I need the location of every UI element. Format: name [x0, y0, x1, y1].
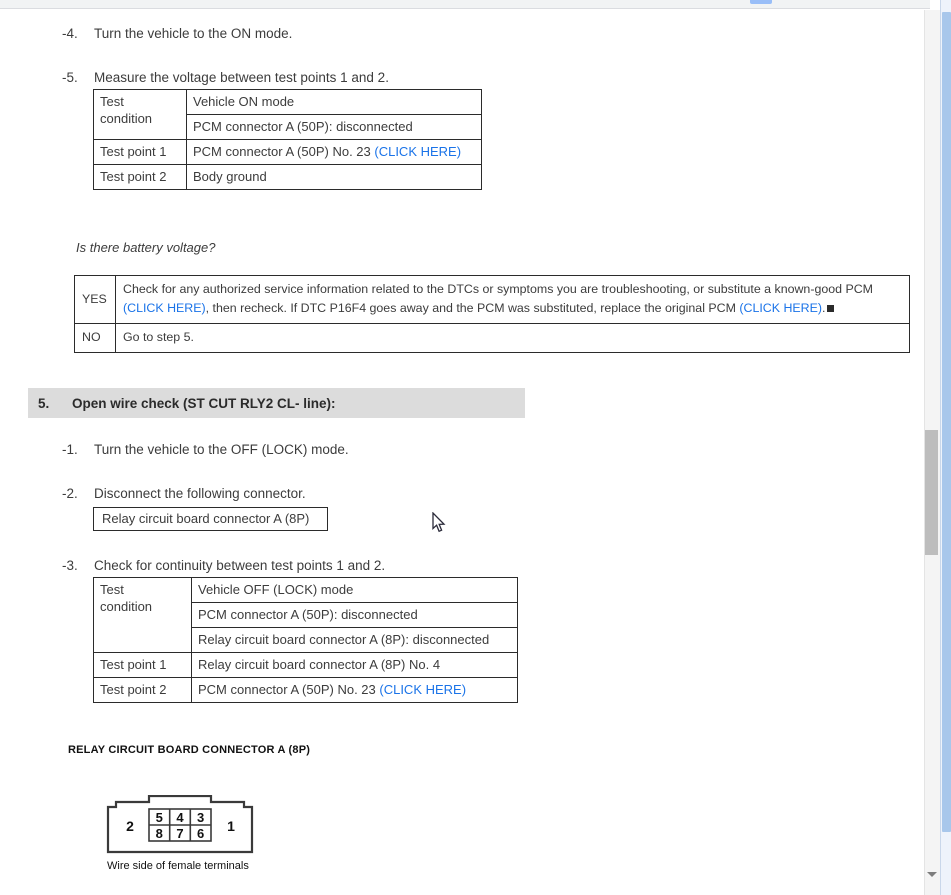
pin-label-3: 3 — [197, 810, 204, 825]
table-row: Test condition Vehicle ON mode — [93, 89, 482, 140]
test-condition-label-line1: Test — [100, 582, 124, 597]
no-instruction: Go to step 5. — [115, 323, 910, 353]
click-here-link[interactable]: (CLICK HERE) — [739, 301, 822, 315]
connector-figure-caption: Wire side of female terminals — [107, 860, 249, 872]
end-of-procedure-marker — [827, 305, 835, 312]
step-5-text: Measure the voltage between test points … — [94, 70, 389, 85]
table-row: Test condition Vehicle OFF (LOCK) mode — [93, 577, 518, 653]
cell-test-point-1: Relay circuit board connector A (8P) No.… — [191, 652, 518, 678]
window-scrollbar-thumb[interactable] — [942, 12, 951, 832]
yes-text-part3: . — [822, 301, 826, 315]
yes-instruction: Check for any authorized service informa… — [115, 275, 910, 324]
connector-figure-title: RELAY CIRCUIT BOARD CONNECTOR A (8P) — [68, 744, 311, 756]
cell-test-point-2: Body ground — [186, 164, 482, 190]
test-condition-label-line2: condition — [100, 599, 153, 614]
section5-step-2-number: -2. — [62, 486, 78, 501]
service-manual-document: -4. Turn the vehicle to the ON mode. -5. M… — [0, 10, 924, 895]
section5-step-1-line: -1. Turn the vehicle to the OFF (LOCK) mo… — [62, 441, 349, 459]
connector-pinout-diagram: 2 1 5 4 3 8 7 6 — [106, 795, 254, 854]
step-4-text: Turn the vehicle to the ON mode. — [94, 26, 293, 41]
connector-callout-box: Relay circuit board connector A (8P) — [93, 507, 328, 531]
table-row: Test point 1 Relay circuit board connect… — [93, 652, 518, 678]
no-label: NO — [74, 323, 116, 353]
cell-vehicle-mode: Vehicle ON mode — [186, 89, 482, 115]
voltage-test-table: Test condition Vehicle ON mode PCM conne… — [93, 89, 482, 190]
table-row: Test point 2 PCM connector A (50P) No. 2… — [93, 677, 518, 703]
yes-label: YES — [74, 275, 116, 324]
table-row: Test point 1 PCM connector A (50P) No. 2… — [93, 139, 482, 165]
test-point-1-label: Test point 1 — [93, 139, 187, 165]
section5-step-3-text: Check for continuity between test points… — [94, 558, 386, 573]
cell-vehicle-mode: Vehicle OFF (LOCK) mode — [191, 577, 518, 603]
cell-pcm-disconnected: PCM connector A (50P): disconnected — [191, 602, 518, 628]
test-point-2-label: Test point 2 — [93, 164, 187, 190]
step-5-number: -5. — [62, 70, 78, 85]
section5-step-2-line: -2. Disconnect the following connector. — [62, 485, 306, 503]
section-5-header: 5. Open wire check (ST CUT RLY2 CL- line… — [28, 388, 525, 418]
section-5-title: Open wire check (ST CUT RLY2 CL- line): — [72, 395, 336, 411]
click-here-link[interactable]: (CLICK HERE) — [123, 301, 206, 315]
pin-label-7: 7 — [176, 826, 183, 841]
yes-no-result-table: YES Check for any authorized service inf… — [74, 275, 910, 353]
pin-label-6: 6 — [197, 826, 204, 841]
test-condition-label: Test condition — [93, 89, 187, 140]
pin-label-8: 8 — [156, 826, 163, 841]
section-5-number: 5. — [38, 395, 50, 411]
test-condition-label-line1: Test — [100, 94, 124, 109]
test-point-2-value: PCM connector A (50P) No. 23 — [198, 682, 380, 697]
browser-chrome-strip — [0, 0, 930, 9]
table-row-yes: YES Check for any authorized service inf… — [74, 275, 910, 324]
test-condition-label: Test condition — [93, 577, 192, 653]
diagnostic-question: Is there battery voltage? — [76, 240, 216, 255]
test-point-1-value: PCM connector A (50P) No. 23 — [193, 144, 375, 159]
cell-pcm-disconnected: PCM connector A (50P): disconnected — [186, 114, 482, 140]
section5-step-3-number: -3. — [62, 558, 78, 573]
step-4-line: -4. Turn the vehicle to the ON mode. — [62, 25, 292, 43]
test-point-2-label: Test point 2 — [93, 677, 192, 703]
click-here-link[interactable]: (CLICK HERE) — [374, 144, 461, 159]
click-here-link[interactable]: (CLICK HERE) — [379, 682, 466, 697]
section5-step-1-text: Turn the vehicle to the OFF (LOCK) mode. — [94, 442, 349, 457]
pin-label-1: 1 — [227, 818, 235, 834]
pin-label-4: 4 — [176, 810, 184, 825]
browser-tab-accent — [750, 0, 772, 4]
scroll-down-arrow-icon[interactable] — [927, 872, 937, 877]
pin-label-5: 5 — [156, 810, 163, 825]
cell-test-point-1: PCM connector A (50P) No. 23 (CLICK HERE… — [186, 139, 482, 165]
step-5-line: -5. Measure the voltage between test poin… — [62, 69, 389, 87]
table-row: Test point 2 Body ground — [93, 164, 482, 190]
document-scrollbar-thumb[interactable] — [925, 430, 938, 555]
step-4-number: -4. — [62, 26, 78, 41]
section5-step-1-number: -1. — [62, 442, 78, 457]
yes-text-part2: , then recheck. If DTC P16F4 goes away a… — [205, 301, 740, 315]
cell-relay-disconnected: Relay circuit board connector A (8P): di… — [191, 627, 518, 653]
section5-step-3-line: -3. Check for continuity between test poi… — [62, 557, 385, 575]
test-condition-label-line2: condition — [100, 111, 153, 126]
continuity-test-table: Test condition Vehicle OFF (LOCK) mode P… — [93, 577, 518, 703]
window-vertical-scrollbar[interactable] — [940, 0, 951, 895]
table-row-no: NO Go to step 5. — [74, 323, 910, 353]
test-point-1-label: Test point 1 — [93, 652, 192, 678]
pin-label-2: 2 — [126, 818, 134, 834]
cell-test-point-2: PCM connector A (50P) No. 23 (CLICK HERE… — [191, 677, 518, 703]
section5-step-2-text: Disconnect the following connector. — [94, 486, 306, 501]
yes-text-part1: Check for any authorized service informa… — [123, 282, 873, 296]
